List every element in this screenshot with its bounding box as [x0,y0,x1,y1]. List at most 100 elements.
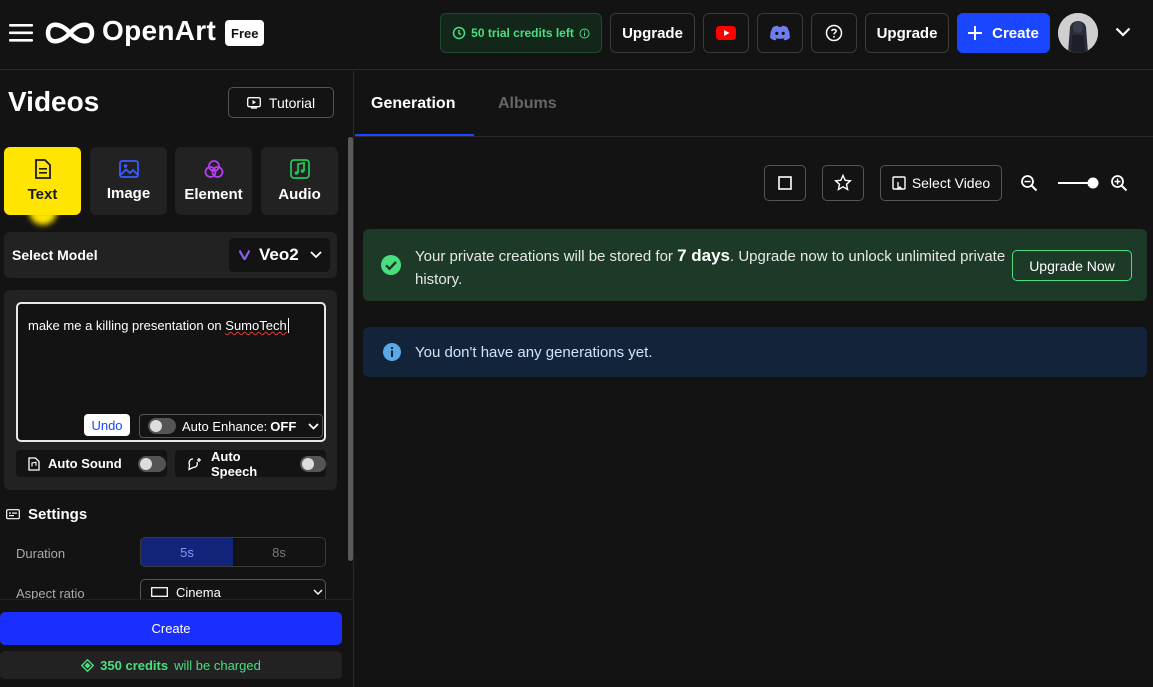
chevron-down-icon [310,251,322,259]
clock-icon [452,26,466,40]
prompt-section: make me a killing presentation on SumoTe… [4,290,337,490]
auto-enhance-dropdown[interactable]: Auto Enhance: OFF [139,414,323,438]
tab-audio[interactable]: Audio [261,147,338,215]
select-video-icon [892,176,906,190]
favorites-button[interactable] [822,165,864,201]
document-icon [34,159,52,179]
model-dropdown[interactable]: Veo2 [229,238,330,272]
tab-text[interactable]: Text [4,147,81,215]
auto-sound-toggle[interactable] [137,455,166,472]
misspelled-word: SumoTech [225,318,287,333]
tutorial-label: Tutorial [268,94,316,111]
empty-state-text: You don't have any generations yet. [415,344,653,361]
gem-icon [81,658,95,672]
credits-charge-note: 350 credits will be charged [0,651,342,679]
image-icon [118,160,139,178]
music-icon [289,159,310,179]
tab-divider [355,136,1153,137]
tab-element[interactable]: Element [175,147,252,215]
youtube-icon [716,26,736,40]
tab-albums[interactable]: Albums [498,95,557,113]
tutorial-button[interactable]: Tutorial [228,87,334,118]
select-all-button[interactable] [764,165,806,201]
hamburger-menu-icon[interactable] [9,24,33,42]
account-chevron-down-icon[interactable] [1115,27,1131,37]
undo-button[interactable]: Undo [84,414,130,436]
prompt-textarea[interactable]: make me a killing presentation on SumoTe… [16,302,326,442]
trial-credits-text: 50 trial credits left [471,26,574,40]
auto-speech-toggle[interactable] [300,455,326,472]
storage-notice-text: Your private creations will be stored fo… [415,246,1006,288]
tab-generation[interactable]: Generation [371,95,455,113]
veo-logo-icon [239,250,250,260]
upgrade-button-2[interactable]: Upgrade [865,13,949,53]
widescreen-icon [151,587,168,597]
left-scrollbar[interactable] [348,137,353,561]
model-value: Veo2 [259,245,299,264]
sound-file-icon [28,456,40,471]
prompt-text: make me a killing presentation on SumoTe… [28,318,289,333]
zoom-in-icon[interactable] [1110,174,1128,192]
auto-enhance-state: OFF [270,418,297,434]
tab-audio-label: Audio [278,186,321,203]
info-small-icon [579,28,590,39]
avatar[interactable] [1058,13,1098,53]
star-icon [834,174,852,192]
top-header: OpenArt Free 50 trial credits left Upgra… [0,0,1153,70]
auto-enhance-label: Auto Enhance: [182,418,268,434]
create-top-button[interactable]: Create [957,13,1050,53]
create-button[interactable]: Create [0,612,342,645]
aspect-ratio-value: Cinema [176,584,221,600]
settings-header: Settings [6,506,87,523]
duration-option-5s[interactable]: 5s [141,538,233,566]
auto-speech-label: Auto Speech [211,448,258,479]
element-icon [204,159,224,179]
brand-name[interactable]: OpenArt [102,15,216,47]
credits-suffix: will be charged [174,657,261,673]
question-icon [825,24,843,42]
tab-text-label: Text [27,186,58,203]
page-title: Videos [8,86,100,117]
duration-option-8s[interactable]: 8s [233,538,325,566]
left-panel: Videos Tutorial Text Image Element Audio… [0,71,354,687]
youtube-button[interactable] [703,13,749,53]
zoom-slider[interactable] [1058,177,1100,189]
create-top-label: Create [992,24,1039,42]
trial-credits-badge[interactable]: 50 trial credits left [440,13,602,53]
chevron-down-icon [308,422,319,430]
upgrade-now-button[interactable]: Upgrade Now [1012,250,1132,281]
duration-label: Duration [16,546,66,561]
right-panel: Generation Albums Select Video Your priv… [355,71,1153,687]
tab-image-label: Image [106,185,151,202]
settings-title: Settings [28,506,88,523]
model-label: Select Model [12,247,98,263]
empty-state-info-banner: You don't have any generations yet. [363,327,1147,377]
auto-speech-option[interactable]: Auto Speech [175,448,326,479]
plus-icon [968,26,983,40]
storage-days: 7 days [677,246,731,265]
square-checkbox-icon [778,176,792,190]
credits-amount: 350 credits [100,657,169,673]
tab-element-label: Element [184,186,243,203]
duration-segmented-control: 5s 8s [140,537,326,567]
tab-image[interactable]: Image [90,147,167,215]
select-video-button[interactable]: Select Video [880,165,1002,201]
info-icon [382,342,402,362]
upgrade-button[interactable]: Upgrade [610,13,695,53]
tutorial-icon [246,96,261,109]
check-circle-icon [380,254,402,276]
zoom-out-icon[interactable] [1020,174,1038,192]
auto-enhance-toggle[interactable] [148,418,176,434]
auto-sound-option[interactable]: Auto Sound [16,450,167,477]
settings-icon [6,508,20,521]
discord-button[interactable] [757,13,803,53]
openart-logo-icon[interactable] [44,18,96,48]
discord-icon [769,25,791,41]
help-button[interactable] [811,13,857,53]
auto-sound-label: Auto Sound [48,456,122,471]
chevron-down-icon [313,589,323,595]
select-video-label: Select Video [911,175,991,191]
storage-notice-banner: Your private creations will be stored fo… [363,229,1147,301]
plan-badge: Free [225,20,265,46]
model-selector-row: Select Model Veo2 [4,232,337,278]
